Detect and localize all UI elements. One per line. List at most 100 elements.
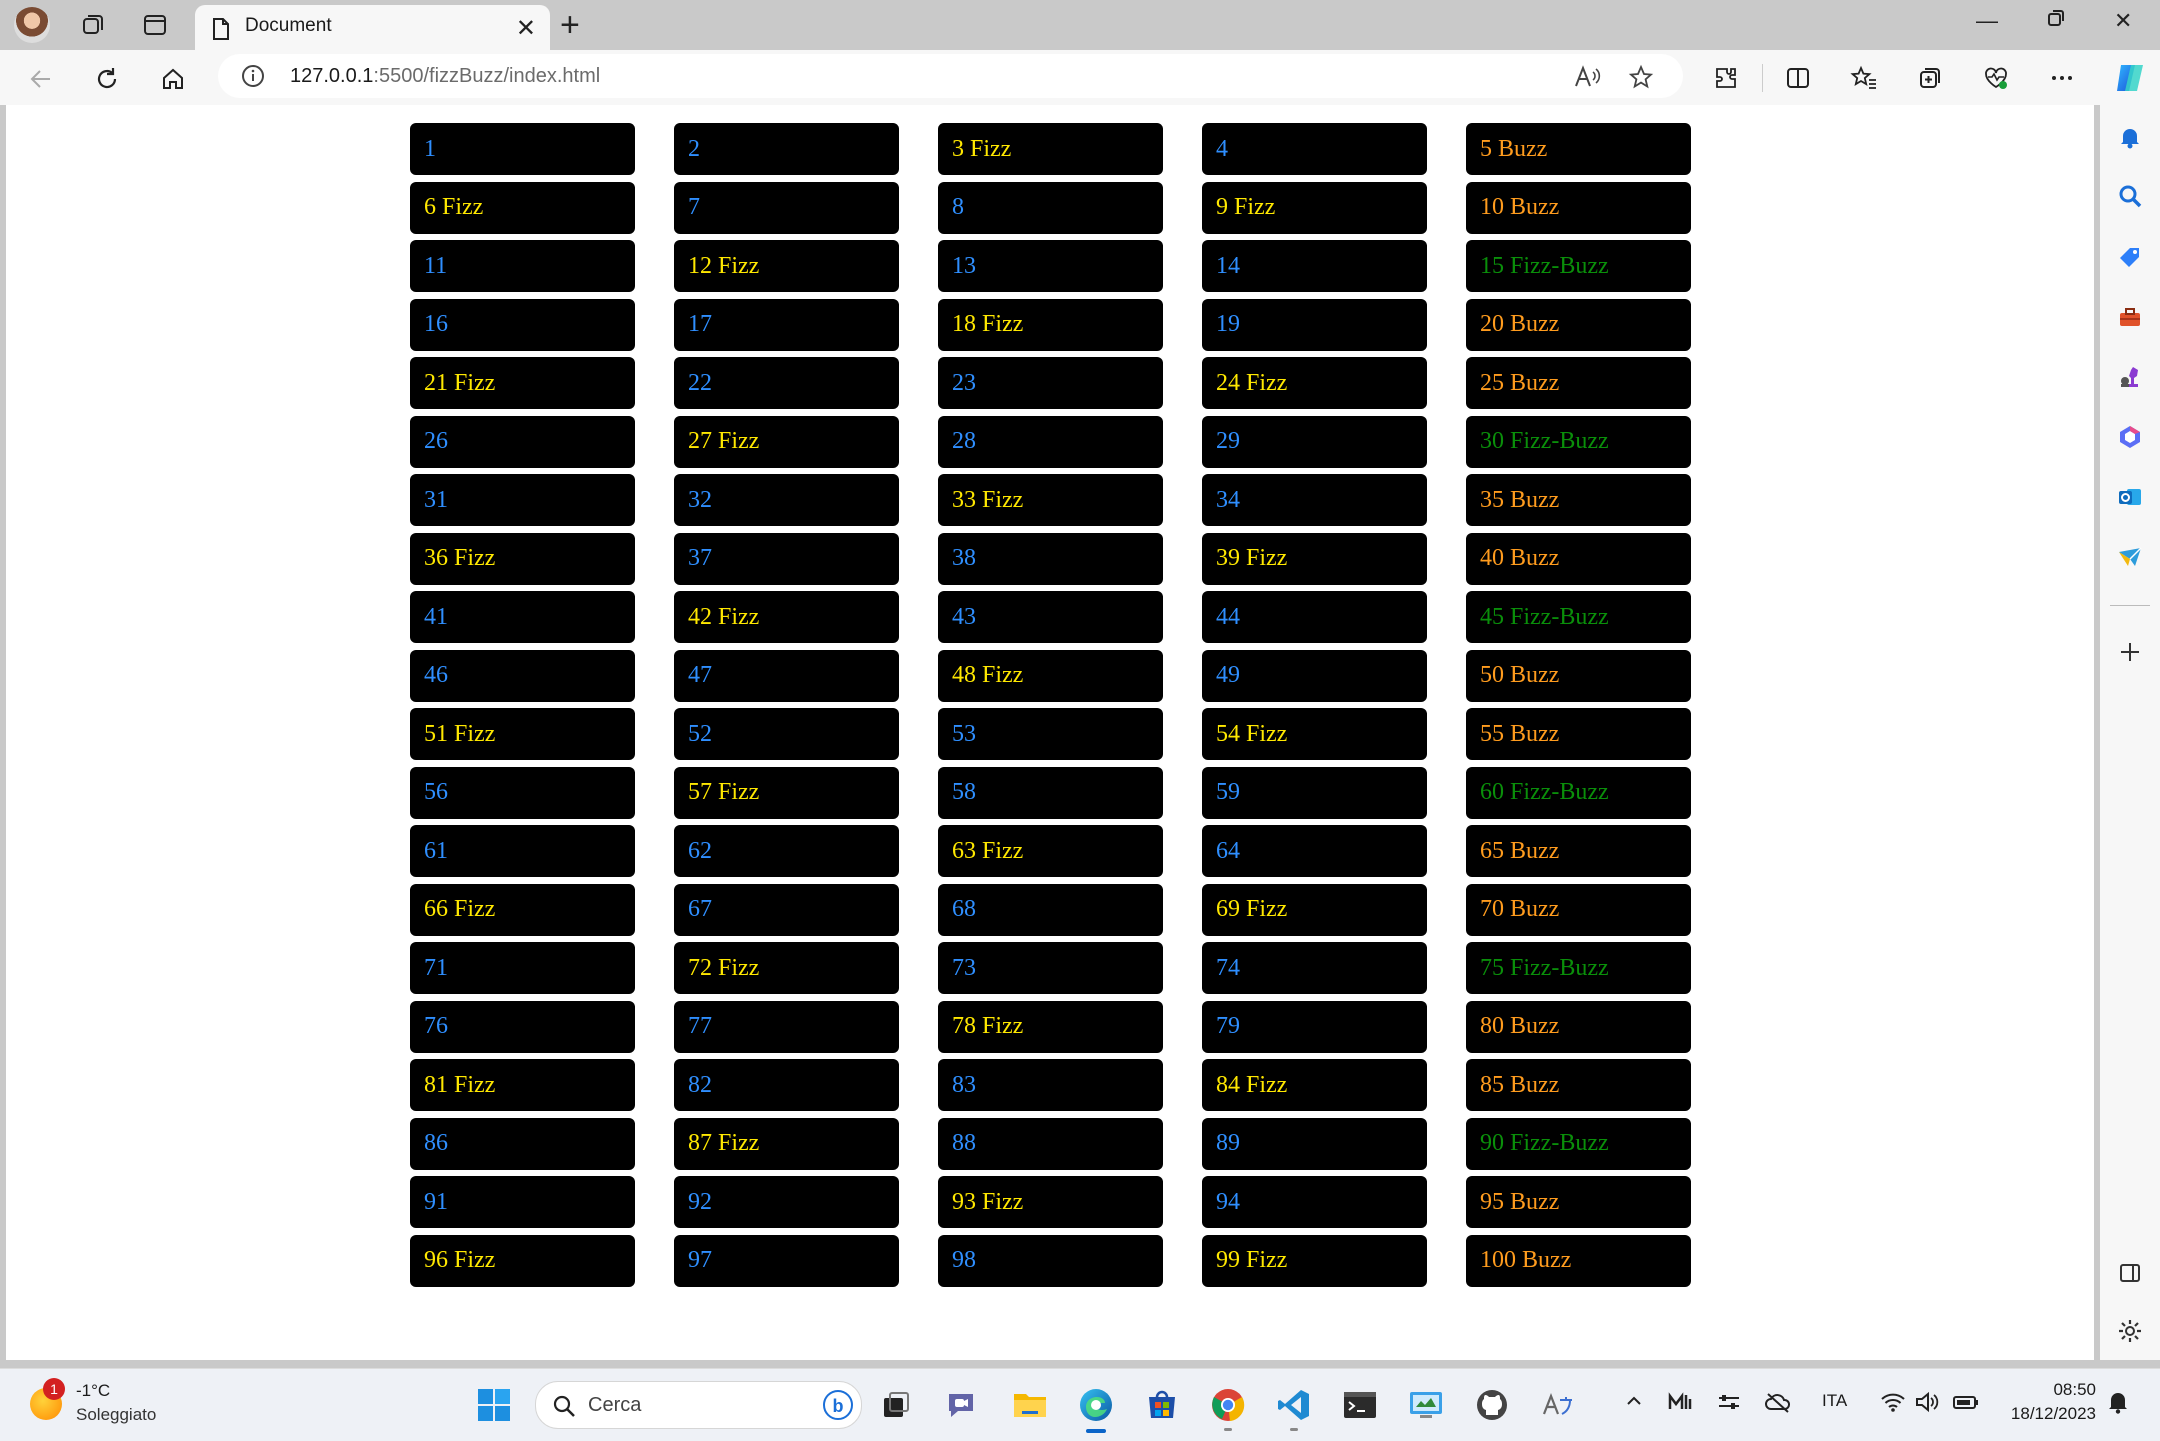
- fizzbuzz-cell: 3 Fizz: [938, 123, 1163, 175]
- fizzbuzz-cell: 2: [674, 123, 899, 175]
- browser-toolbar: 127.0.0.1:5500/fizzBuzz/index.html: [0, 50, 2160, 105]
- teams-chat-icon[interactable]: [942, 1385, 982, 1425]
- back-button[interactable]: [24, 62, 58, 96]
- drop-send-icon[interactable]: [2114, 541, 2146, 573]
- clock-time[interactable]: 08:50: [2052, 1380, 2096, 1400]
- file-explorer-icon[interactable]: [1010, 1385, 1050, 1425]
- notifications-bell-icon[interactable]: [2114, 121, 2146, 153]
- fizzbuzz-cell: 92: [674, 1176, 899, 1228]
- fizzbuzz-cell: 44: [1202, 591, 1427, 643]
- browser-essentials-icon[interactable]: [1980, 62, 2012, 94]
- fizzbuzz-cell: 64: [1202, 825, 1427, 877]
- active-app-indicator: [1086, 1429, 1106, 1433]
- fizzbuzz-cell: 35 Buzz: [1466, 474, 1691, 526]
- home-button[interactable]: [156, 62, 190, 96]
- fizzbuzz-cell: 24 Fizz: [1202, 357, 1427, 409]
- profile-avatar[interactable]: [14, 7, 50, 43]
- fizzbuzz-cell: 80 Buzz: [1466, 1000, 1691, 1053]
- meet-now-icon[interactable]: [1668, 1391, 1694, 1418]
- minimize-button[interactable]: —: [1976, 8, 1998, 34]
- close-tab-icon[interactable]: ✕: [516, 14, 536, 43]
- input-language[interactable]: ITA: [1822, 1391, 1847, 1411]
- fizzbuzz-cell: 100 Buzz: [1466, 1234, 1691, 1287]
- fizzbuzz-cell: 50 Buzz: [1466, 649, 1691, 702]
- refresh-button[interactable]: [90, 62, 124, 96]
- chrome-icon[interactable]: [1208, 1385, 1248, 1431]
- split-screen-icon[interactable]: [1782, 62, 1814, 94]
- fizzbuzz-cell: 91: [410, 1176, 635, 1228]
- search-icon[interactable]: [2114, 180, 2146, 212]
- show-hidden-icons-chevron-icon[interactable]: [1624, 1391, 1644, 1416]
- extensions-icon[interactable]: [1710, 62, 1742, 94]
- task-view-icon[interactable]: [876, 1385, 916, 1425]
- edge-browser-icon[interactable]: [1076, 1385, 1116, 1433]
- edge-sidebar: [2100, 105, 2160, 1360]
- vscode-icon[interactable]: [1274, 1385, 1314, 1431]
- more-menu-icon[interactable]: [2046, 62, 2078, 94]
- terminal-icon[interactable]: [1340, 1385, 1380, 1425]
- collections-icon[interactable]: [1914, 62, 1946, 94]
- site-info-icon[interactable]: [240, 63, 266, 94]
- fizzbuzz-cell: 84 Fizz: [1202, 1059, 1427, 1111]
- new-tab-button[interactable]: +: [560, 6, 580, 45]
- fizzbuzz-cell: 93 Fizz: [938, 1176, 1163, 1228]
- fizzbuzz-cell: 17: [674, 298, 899, 351]
- vertical-tabs-icon[interactable]: [140, 10, 170, 40]
- fizzbuzz-cell: 14: [1202, 240, 1427, 292]
- fizzbuzz-cell: 21 Fizz: [410, 357, 635, 409]
- microsoft-store-icon[interactable]: [1142, 1385, 1182, 1425]
- toolbar-divider: [1762, 64, 1763, 92]
- fizzbuzz-cell: 36 Fizz: [410, 532, 635, 585]
- weather-condition[interactable]: Soleggiato: [76, 1405, 156, 1425]
- battery-icon[interactable]: [1952, 1391, 1980, 1418]
- control-panel-icon[interactable]: [1406, 1385, 1446, 1425]
- fizzbuzz-cell: 5 Buzz: [1466, 123, 1691, 175]
- wifi-icon[interactable]: [1880, 1391, 1906, 1418]
- fizzbuzz-cell: 72 Fizz: [674, 942, 899, 994]
- restore-button[interactable]: [2046, 8, 2066, 34]
- address-bar[interactable]: 127.0.0.1:5500/fizzBuzz/index.html: [218, 54, 1683, 98]
- microsoft-365-icon[interactable]: [2114, 421, 2146, 453]
- hide-sidebar-icon[interactable]: [2114, 1257, 2146, 1289]
- tools-toolbox-icon[interactable]: [2114, 301, 2146, 333]
- fizzbuzz-cell: 23: [938, 357, 1163, 409]
- fizzbuzz-cell: 29: [1202, 415, 1427, 468]
- shopping-tag-icon[interactable]: [2114, 241, 2146, 273]
- fizzbuzz-grid: 12 3 Fizz 4 5 Buzz 6 Fizz 7 8 9 Fizz 10 Buzz 11 12…: [410, 123, 1691, 1287]
- outlook-icon[interactable]: [2114, 481, 2146, 513]
- read-aloud-icon[interactable]: [1573, 64, 1601, 95]
- taskbar-search[interactable]: Cerca b: [535, 1381, 862, 1429]
- language-pack-icon[interactable]: [1538, 1385, 1578, 1425]
- games-icon[interactable]: [2114, 361, 2146, 393]
- fizzbuzz-cell: 76: [410, 1000, 635, 1053]
- tab-document[interactable]: Document ✕: [195, 5, 550, 50]
- onedrive-cloud-icon[interactable]: [1764, 1391, 1792, 1418]
- add-sidebar-app-icon[interactable]: [2114, 636, 2146, 668]
- fizzbuzz-cell: 98: [938, 1234, 1163, 1287]
- favorite-star-icon[interactable]: [1628, 64, 1654, 95]
- fizzbuzz-cell: 82: [674, 1059, 899, 1111]
- mixer-controls-icon[interactable]: [1716, 1391, 1742, 1418]
- url-text[interactable]: 127.0.0.1:5500/fizzBuzz/index.html: [290, 65, 600, 88]
- close-window-button[interactable]: ✕: [2114, 8, 2132, 34]
- fizzbuzz-cell: 81 Fizz: [410, 1059, 635, 1111]
- fizzbuzz-cell: 12 Fizz: [674, 240, 899, 292]
- favorites-icon[interactable]: [1848, 62, 1880, 94]
- fizzbuzz-cell: 20 Buzz: [1466, 298, 1691, 351]
- weather-temperature[interactable]: -1°C: [76, 1381, 110, 1401]
- fizzbuzz-cell: 68: [938, 883, 1163, 936]
- fizzbuzz-cell: 25 Buzz: [1466, 357, 1691, 409]
- volume-icon[interactable]: [1914, 1391, 1940, 1418]
- bing-icon[interactable]: b: [823, 1390, 853, 1420]
- clock-date[interactable]: 18/12/2023: [2002, 1404, 2096, 1424]
- github-icon[interactable]: [1472, 1385, 1512, 1425]
- copilot-icon[interactable]: [2110, 58, 2150, 98]
- document-icon: [211, 17, 231, 46]
- workspaces-icon[interactable]: [78, 10, 108, 40]
- fizzbuzz-cell: 39 Fizz: [1202, 532, 1427, 585]
- fizzbuzz-cell: 85 Buzz: [1466, 1059, 1691, 1111]
- sidebar-settings-icon[interactable]: [2114, 1315, 2146, 1347]
- fizzbuzz-cell: 79: [1202, 1000, 1427, 1053]
- notification-bell-icon[interactable]: [2106, 1389, 2130, 1420]
- start-windows-icon[interactable]: [474, 1385, 514, 1425]
